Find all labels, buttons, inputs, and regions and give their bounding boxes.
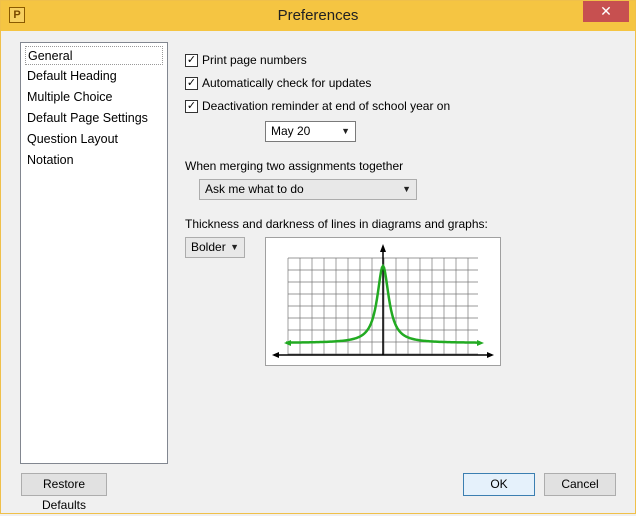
category-item-default-page-settings[interactable]: Default Page Settings — [25, 109, 163, 128]
checkmark-icon: ✓ — [186, 54, 197, 66]
line-thickness-preview — [265, 237, 501, 366]
y-axis-arrow-up — [380, 244, 386, 252]
category-item-notation[interactable]: Notation — [25, 151, 163, 170]
preview-graph — [272, 244, 494, 358]
x-axis-arrow-right — [487, 352, 494, 358]
window-title: Preferences — [277, 7, 359, 24]
restore-defaults-button[interactable]: Restore Defaults — [21, 473, 107, 512]
close-icon: ✕ — [600, 3, 612, 19]
x-axis-arrow-left — [272, 352, 279, 358]
category-item-default-heading[interactable]: Default Heading — [25, 67, 163, 86]
deactivation-reminder-label: Deactivation reminder at end of school y… — [202, 99, 451, 113]
preferences-window: P Preferences ✕ General Default Heading … — [0, 0, 636, 514]
merge-label: When merging two assignments together — [185, 159, 404, 173]
thickness-value: Bolder — [191, 240, 226, 254]
deactivation-date-select[interactable]: May 20 ▼ — [265, 121, 356, 142]
print-page-numbers-checkbox[interactable]: ✓ — [185, 54, 198, 67]
curve-arrow-right — [477, 340, 484, 346]
auto-update-label: Automatically check for updates — [202, 76, 372, 90]
merge-value: Ask me what to do — [205, 182, 304, 196]
category-item-multiple-choice[interactable]: Multiple Choice — [25, 88, 163, 107]
cancel-button[interactable]: Cancel — [544, 473, 616, 496]
category-item-question-layout[interactable]: Question Layout — [25, 130, 163, 149]
curve-arrow-left — [284, 340, 291, 346]
deactivation-date-value: May 20 — [271, 124, 311, 138]
checkmark-icon: ✓ — [186, 100, 197, 112]
category-list: General Default Heading Multiple Choice … — [20, 42, 168, 464]
chevron-down-icon: ▼ — [402, 184, 411, 194]
thickness-label: Thickness and darkness of lines in diagr… — [185, 217, 488, 231]
chevron-down-icon: ▼ — [341, 126, 350, 136]
print-page-numbers-label: Print page numbers — [202, 53, 307, 67]
merge-select[interactable]: Ask me what to do ▼ — [199, 179, 417, 200]
checkmark-icon: ✓ — [186, 77, 197, 89]
title-bar: P Preferences ✕ — [1, 1, 635, 31]
dialog-content: General Default Heading Multiple Choice … — [1, 31, 635, 513]
deactivation-reminder-checkbox[interactable]: ✓ — [185, 100, 198, 113]
ok-button[interactable]: OK — [463, 473, 535, 496]
chevron-down-icon: ▼ — [230, 242, 239, 252]
auto-update-checkbox[interactable]: ✓ — [185, 77, 198, 90]
close-button[interactable]: ✕ — [583, 1, 629, 22]
thickness-select[interactable]: Bolder ▼ — [185, 237, 245, 258]
category-item-general[interactable]: General — [25, 46, 163, 65]
